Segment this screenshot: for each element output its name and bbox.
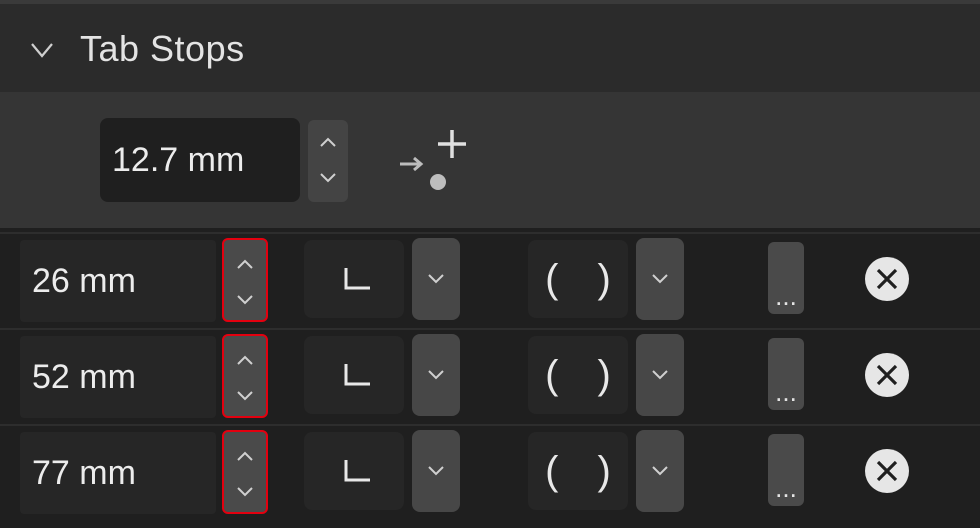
- chevron-up-icon: [237, 355, 253, 365]
- tab-position-field[interactable]: 26 mm: [20, 240, 216, 322]
- tab-position-field[interactable]: 77 mm: [20, 432, 216, 514]
- tab-position-field[interactable]: 52 mm: [20, 336, 216, 418]
- chevron-down-icon[interactable]: [28, 38, 56, 62]
- tab-stop-row: 26 mm ( ) ...: [0, 232, 980, 328]
- panel-header[interactable]: Tab Stops: [0, 4, 980, 92]
- more-button[interactable]: ...: [768, 242, 804, 314]
- tab-stops-panel: Tab Stops 12.7 mm 26 mm () ... 52 mm (…: [0, 0, 980, 528]
- tab-position-stepper[interactable]: [222, 430, 268, 514]
- left-align-tab-icon: [344, 364, 370, 386]
- chevron-up-icon: [237, 259, 253, 269]
- chevron-down-icon: [652, 274, 668, 284]
- more-button[interactable]: ...: [768, 434, 804, 506]
- chevron-down-icon: [652, 370, 668, 380]
- more-button[interactable]: ...: [768, 338, 804, 410]
- row-divider: [0, 424, 980, 426]
- add-tab-stop-icon[interactable]: [396, 128, 476, 192]
- tab-alignment-button[interactable]: [304, 336, 404, 414]
- chevron-down-icon: [428, 466, 444, 476]
- chevron-down-icon: [237, 391, 253, 401]
- chevron-down-icon: [428, 370, 444, 380]
- chevron-down-icon: [428, 274, 444, 284]
- tab-alignment-button[interactable]: [304, 432, 404, 510]
- tab-alignment-button[interactable]: [304, 240, 404, 318]
- left-align-tab-icon: [344, 460, 370, 482]
- leader-dropdown[interactable]: [636, 334, 684, 416]
- tab-leader-field[interactable]: ( ): [528, 240, 628, 318]
- tab-position-stepper[interactable]: [222, 334, 268, 418]
- chevron-down-icon: [652, 466, 668, 476]
- row-divider: [0, 232, 980, 234]
- chevron-up-icon: [320, 137, 336, 147]
- panel-title: Tab Stops: [80, 28, 245, 69]
- alignment-dropdown[interactable]: [412, 430, 460, 512]
- tab-stop-row: 52 mm ( ) ...: [0, 328, 980, 424]
- row-divider: [0, 328, 980, 330]
- more-icon: ...: [775, 377, 797, 407]
- default-tab-stepper[interactable]: [308, 120, 348, 202]
- delete-circle-icon[interactable]: [864, 448, 910, 494]
- alignment-dropdown[interactable]: [412, 334, 460, 416]
- leader-dropdown[interactable]: [636, 430, 684, 512]
- chevron-down-icon: [237, 295, 253, 305]
- delete-circle-icon[interactable]: [864, 256, 910, 302]
- chevron-up-icon: [237, 451, 253, 461]
- chevron-down-icon: [320, 173, 336, 183]
- left-align-tab-icon: [344, 268, 370, 290]
- tab-leader-field[interactable]: ( ): [528, 432, 628, 510]
- tab-stop-row: 77 mm ( ) ...: [0, 424, 980, 520]
- chevron-down-icon: [237, 487, 253, 497]
- alignment-dropdown[interactable]: [412, 238, 460, 320]
- default-tab-field[interactable]: 12.7 mm: [100, 118, 300, 202]
- default-tab-row: 12.7 mm: [0, 92, 980, 228]
- leader-dropdown[interactable]: [636, 238, 684, 320]
- more-icon: ...: [775, 473, 797, 503]
- tab-leader-field[interactable]: ( ): [528, 336, 628, 414]
- more-icon: ...: [775, 281, 797, 311]
- tab-position-stepper[interactable]: [222, 238, 268, 322]
- delete-circle-icon[interactable]: [864, 352, 910, 398]
